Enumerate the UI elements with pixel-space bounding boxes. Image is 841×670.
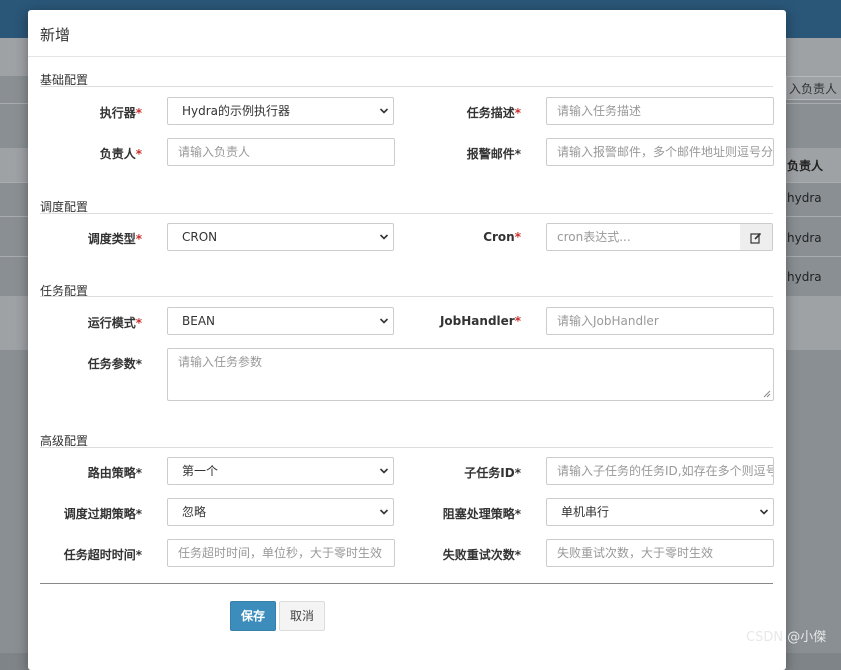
block-strategy-label: 阻塞处理策略* — [442, 507, 521, 521]
job-handler-input[interactable]: 请输入JobHandler — [546, 307, 774, 335]
background-row-owner: hydra — [787, 191, 822, 205]
resize-handle-icon[interactable] — [763, 390, 771, 398]
task-param-label: 任务参数* — [87, 357, 142, 371]
executor-select[interactable]: Hydra的示例执行器 — [167, 97, 394, 125]
section-divider — [40, 86, 773, 87]
chevron-down-icon — [759, 509, 769, 515]
alarm-email-label: 报警邮件* — [466, 147, 521, 161]
task-param-placeholder: 请输入任务参数 — [178, 355, 263, 369]
section-divider — [40, 296, 773, 297]
alarm-email-input[interactable]: 请输入报警邮件，多个邮件地址则逗号分隔 — [546, 138, 774, 166]
chevron-down-icon — [379, 234, 389, 240]
task-desc-label: 任务描述* — [466, 106, 521, 120]
schedule-type-label: 调度类型* — [87, 232, 142, 246]
child-job-id-input[interactable]: 请输入子任务的任务ID,如存在多个则逗号分隔 — [546, 457, 774, 485]
task-param-textarea[interactable]: 请输入任务参数 — [167, 348, 774, 401]
timeout-input[interactable]: 任务超时时间，单位秒，大于零时生效 — [167, 539, 395, 567]
cancel-button[interactable]: 取消 — [279, 601, 325, 631]
chevron-down-icon — [379, 509, 389, 515]
route-strategy-select[interactable]: 第一个 — [167, 457, 394, 485]
schedule-type-select[interactable]: CRON — [167, 223, 394, 251]
schedule-type-select-value: CRON — [182, 230, 218, 244]
misfire-strategy-label: 调度过期策略* — [63, 507, 142, 521]
child-job-id-label: 子任务ID* — [464, 466, 521, 480]
chevron-down-icon — [379, 468, 389, 474]
run-mode-label: 运行模式* — [87, 316, 142, 330]
edit-icon — [750, 232, 762, 244]
add-job-modal: 新增 基础配置 执行器* Hydra的示例执行器 任务描述* 请输入任务描述 负… — [28, 10, 786, 670]
misfire-strategy-select[interactable]: 忽略 — [167, 498, 394, 526]
background-owner-column-header: 负责人 — [787, 159, 824, 173]
executor-select-value: Hydra的示例执行器 — [182, 104, 291, 118]
section-divider — [40, 447, 773, 448]
run-mode-select-value: BEAN — [182, 314, 215, 328]
owner-label: 负责人* — [99, 147, 142, 161]
watermark: CSDN @小傑 — [746, 630, 827, 645]
task-desc-input[interactable]: 请输入任务描述 — [546, 97, 774, 125]
background-row-owner: hydra — [787, 231, 822, 245]
job-handler-label: JobHandler* — [439, 314, 521, 328]
chevron-down-icon — [379, 318, 389, 324]
retry-count-label: 失败重试次数* — [442, 548, 521, 562]
save-button[interactable]: 保存 — [230, 601, 276, 631]
route-strategy-select-value: 第一个 — [182, 464, 219, 478]
block-strategy-select-value: 单机串行 — [561, 505, 610, 519]
modal-title: 新增 — [40, 26, 71, 44]
cron-label: Cron* — [483, 230, 521, 244]
cron-input[interactable]: cron表达式... — [546, 223, 741, 251]
timeout-label: 任务超时时间* — [63, 548, 142, 562]
owner-input[interactable]: 请输入负责人 — [167, 138, 395, 166]
background-owner-search-input[interactable]: 入负责人 — [786, 76, 841, 100]
footer-divider — [40, 583, 773, 584]
chevron-down-icon — [379, 108, 389, 114]
cron-edit-button[interactable] — [740, 223, 773, 251]
misfire-strategy-select-value: 忽略 — [182, 505, 207, 519]
background-row-owner: hydra — [787, 270, 822, 284]
modal-header — [28, 10, 786, 57]
block-strategy-select[interactable]: 单机串行 — [546, 498, 774, 526]
executor-label: 执行器* — [99, 106, 142, 120]
retry-count-input[interactable]: 失败重试次数，大于零时生效 — [546, 539, 774, 567]
run-mode-select[interactable]: BEAN — [167, 307, 394, 335]
route-strategy-label: 路由策略* — [87, 466, 142, 480]
section-divider — [40, 213, 773, 214]
